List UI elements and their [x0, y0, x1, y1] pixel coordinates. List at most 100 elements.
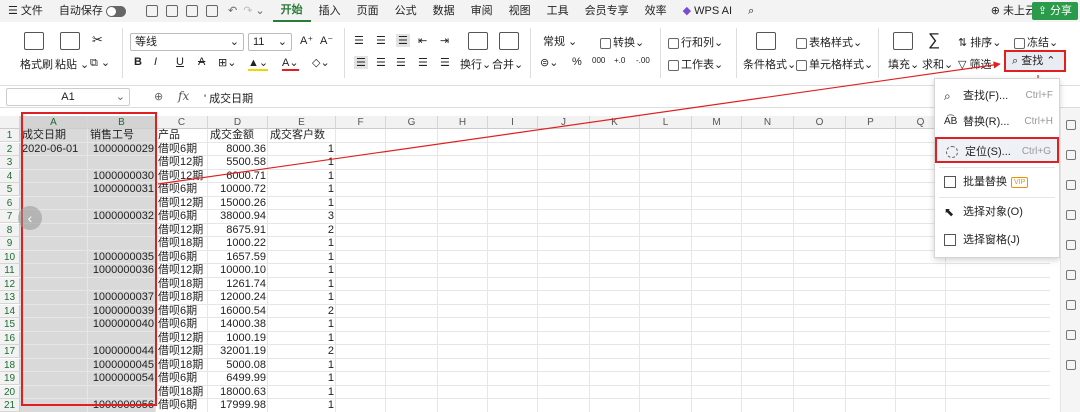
save-icon[interactable]	[145, 5, 158, 18]
cell-b[interactable]: 销售工号	[90, 129, 156, 142]
distribute-icon[interactable]: ☰	[440, 56, 450, 69]
merge-button[interactable]: 合并⌄	[492, 56, 523, 72]
cell-d[interactable]: 1657.59	[210, 251, 268, 264]
back-arrow-icon[interactable]: ‹	[18, 206, 42, 230]
align-center-icon[interactable]: ☰	[376, 56, 386, 69]
cell-e[interactable]: 1	[270, 143, 336, 156]
autosave-toggle[interactable]: 自动保存	[51, 0, 134, 22]
clear-format-icon[interactable]: ◇⌄	[312, 56, 330, 69]
cloud-status[interactable]: ⊕ 未上云	[991, 0, 1036, 22]
menu-selection-pane[interactable]: 选择窗格(J)	[935, 227, 1059, 253]
sidebar-edit-icon[interactable]	[1066, 240, 1076, 250]
cell-c[interactable]: 借呗12期	[158, 156, 208, 169]
cell-a[interactable]	[22, 170, 88, 183]
tab-member[interactable]: 会员专享	[577, 0, 637, 22]
cell-b[interactable]: 1000000056	[90, 399, 156, 412]
cell-c[interactable]: 借呗6期	[158, 399, 208, 412]
align-bottom-icon[interactable]: ☰	[396, 34, 410, 47]
cell-d[interactable]: 8675.91	[210, 224, 268, 237]
column-header-m[interactable]: M	[692, 116, 742, 129]
row-header[interactable]: 9	[0, 237, 20, 250]
align-right-icon[interactable]: ☰	[396, 56, 406, 69]
cell-a[interactable]	[22, 305, 88, 318]
cell-c[interactable]: 借呗6期	[158, 143, 208, 156]
zoom-icon[interactable]: ⊕	[154, 90, 163, 103]
cell-b[interactable]: 1000000054	[90, 372, 156, 385]
cell-a[interactable]	[22, 386, 88, 399]
export-icon[interactable]	[165, 5, 178, 18]
tab-efficiency[interactable]: 效率	[637, 0, 675, 22]
cell-a[interactable]: 成交日期	[22, 129, 88, 142]
cell-e[interactable]: 1	[270, 197, 336, 210]
cell-c[interactable]: 借呗18期	[158, 386, 208, 399]
cell-c[interactable]: 借呗6期	[158, 318, 208, 331]
indent-increase-icon[interactable]: ⇥	[440, 34, 449, 47]
cell-c[interactable]: 借呗12期	[158, 170, 208, 183]
cell-c[interactable]: 借呗12期	[158, 264, 208, 277]
menu-goto[interactable]: 定位(S)... Ctrl+G	[935, 137, 1059, 163]
fill-button[interactable]: 填充⌄	[888, 56, 919, 72]
cell-e[interactable]: 1	[270, 183, 336, 196]
cell-e[interactable]: 1	[270, 332, 336, 345]
column-header-l[interactable]: L	[640, 116, 692, 129]
cell-d[interactable]: 17999.98	[210, 399, 268, 412]
sidebar-settings-icon[interactable]	[1066, 150, 1076, 160]
cell-b[interactable]: 1000000036	[90, 264, 156, 277]
column-header-a[interactable]: A	[20, 116, 88, 129]
cell-e[interactable]: 1	[270, 278, 336, 291]
cell-c[interactable]: 借呗6期	[158, 183, 208, 196]
decrease-decimal-icon[interactable]: -.00	[636, 56, 650, 65]
rows-cols-button[interactable]: 行和列⌄	[668, 34, 723, 50]
conditional-format-button[interactable]: 条件格式⌄	[743, 56, 796, 72]
cell-e[interactable]: 1	[270, 156, 336, 169]
cell-e[interactable]: 成交客户数	[270, 129, 336, 142]
select-all-corner[interactable]	[0, 116, 20, 129]
cell-b[interactable]: 1000000032	[90, 210, 156, 223]
cut-icon[interactable]: ✂	[92, 32, 103, 48]
function-icon[interactable]: fx	[178, 89, 189, 103]
cell-d[interactable]: 12000.24	[210, 291, 268, 304]
cell-d[interactable]: 16000.54	[210, 305, 268, 318]
cell-a[interactable]: 2020-06-01	[22, 143, 88, 156]
row-header[interactable]: 15	[0, 318, 20, 331]
row-header[interactable]: 4	[0, 169, 20, 183]
cell-d[interactable]: 10000.72	[210, 183, 268, 196]
sidebar-book-icon[interactable]	[1066, 270, 1076, 280]
column-header-e[interactable]: E	[268, 116, 336, 129]
cell-c[interactable]: 借呗12期	[158, 345, 208, 358]
tab-home[interactable]: 开始	[272, 0, 311, 22]
undo-icon[interactable]: ↶	[228, 5, 237, 17]
column-header-k[interactable]: K	[590, 116, 640, 129]
row-header[interactable]: 8	[0, 223, 20, 237]
find-button[interactable]: ⌕ 查找 ⌃	[1004, 50, 1066, 72]
cell-e[interactable]: 3	[270, 210, 336, 223]
column-header-f[interactable]: F	[336, 116, 386, 129]
border-icon[interactable]: ⊞⌄	[218, 56, 236, 69]
cell-d[interactable]: 10000.10	[210, 264, 268, 277]
tab-wps-ai[interactable]: ◆ WPS AI	[675, 0, 740, 22]
row-header[interactable]: 14	[0, 304, 20, 318]
cell-d[interactable]: 18000.63	[210, 386, 268, 399]
cell-d[interactable]: 15000.26	[210, 197, 268, 210]
cell-e[interactable]: 1	[270, 170, 336, 183]
spreadsheet-grid[interactable]: A B C D E F G H I J K L M N O P Q 1 成交日期 销售工号 产品 成交金额 成交客户数 2 20…	[0, 116, 1050, 412]
cell-a[interactable]	[22, 237, 88, 250]
cell-e[interactable]: 2	[270, 224, 336, 237]
cell-e[interactable]: 1	[270, 399, 336, 412]
row-header[interactable]: 5	[0, 183, 20, 196]
cell-e[interactable]: 1	[270, 386, 336, 399]
cell-a[interactable]	[22, 332, 88, 345]
increase-decimal-icon[interactable]: +.0	[614, 56, 625, 65]
cell-c[interactable]: 借呗6期	[158, 251, 208, 264]
row-header[interactable]: 16	[0, 331, 20, 345]
cell-b[interactable]	[90, 197, 156, 210]
fill-color-icon[interactable]: ▲⌄	[248, 56, 269, 71]
cell-e[interactable]: 1	[270, 264, 336, 277]
cell-e[interactable]: 2	[270, 345, 336, 358]
cell-d[interactable]: 8000.36	[210, 143, 268, 156]
percent-icon[interactable]: %	[572, 56, 582, 68]
cell-c[interactable]: 借呗12期	[158, 224, 208, 237]
cell-a[interactable]	[22, 251, 88, 264]
cell-a[interactable]	[22, 278, 88, 291]
cell-b[interactable]	[90, 278, 156, 291]
